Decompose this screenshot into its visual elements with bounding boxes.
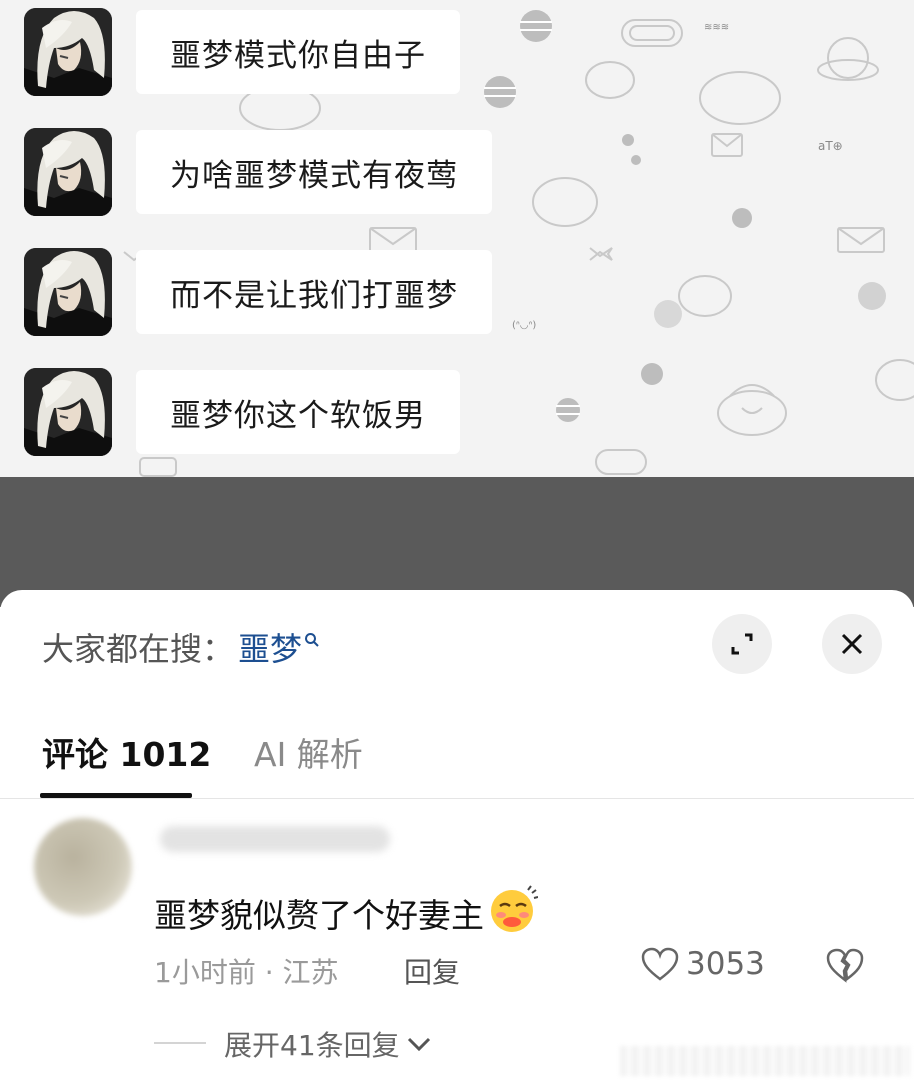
comment-text: 噩梦貌似赘了个好妻主 [154, 896, 484, 935]
svg-text:(ᐢ◡ᐢ): (ᐢ◡ᐢ) [512, 320, 536, 331]
broken-heart-icon [826, 948, 864, 983]
chat-message: 而不是让我们打噩梦 [24, 242, 494, 336]
comment-meta: 1小时前 · 江苏 [154, 956, 339, 989]
close-icon [841, 633, 863, 655]
chat-bubble: 为啥噩梦模式有夜莺 [136, 130, 492, 214]
chat-screenshot: (ᐢ◡ᐢ) ≋≋≋ aT⊕ 噩梦模式你自由子 为啥噩梦模式有夜莺 而不是让我们打… [0, 0, 914, 477]
dim-overlay[interactable] [0, 477, 914, 607]
tab-ai-analysis[interactable]: AI 解析 [254, 728, 363, 776]
chat-message: 噩梦你这个软饭男 [24, 362, 494, 456]
like-count: 3053 [686, 946, 765, 982]
chat-bubble: 噩梦你这个软饭男 [136, 370, 460, 454]
reply-button[interactable]: 回复 [404, 951, 460, 991]
search-keyword-link[interactable]: 噩梦 [238, 624, 302, 670]
anime-avatar [24, 368, 112, 456]
scroll-fade [620, 1046, 910, 1076]
chat-message: 噩梦模式你自由子 [24, 2, 494, 96]
svg-text:≋≋≋: ≋≋≋ [704, 22, 729, 33]
search-icon [304, 629, 320, 653]
expand-fullscreen-button[interactable] [712, 614, 772, 674]
search-suggestion[interactable]: 大家都在搜： 噩梦 [42, 624, 320, 670]
anime-avatar [24, 128, 112, 216]
heart-icon [641, 947, 679, 981]
svg-text:aT⊕: aT⊕ [818, 139, 843, 153]
divider [0, 798, 914, 799]
close-button[interactable] [822, 614, 882, 674]
commenter-name-blurred[interactable] [160, 826, 390, 852]
chat-message: 为啥噩梦模式有夜莺 [24, 122, 494, 216]
dislike-button[interactable] [824, 946, 866, 988]
expand-divider [154, 1042, 206, 1044]
comment-body: 噩梦貌似赘了个好妻主 [154, 884, 539, 942]
expand-icon [731, 633, 753, 655]
chat-bubble: 而不是让我们打噩梦 [136, 250, 492, 334]
shy-blush-emoji-icon [488, 884, 539, 942]
like-button[interactable]: 3053 [640, 946, 765, 982]
tab-comments[interactable]: 评论 1012 [42, 728, 211, 776]
anime-avatar [24, 248, 112, 336]
anime-avatar [24, 8, 112, 96]
commenter-avatar[interactable] [34, 818, 132, 916]
expand-replies-label: 展开41条回复 [224, 1029, 400, 1062]
search-suggestion-prefix: 大家都在搜： [42, 630, 235, 668]
chat-bubble: 噩梦模式你自由子 [136, 10, 460, 94]
chevron-down-icon [407, 1037, 430, 1052]
expand-replies-button[interactable]: 展开41条回复 [224, 1024, 432, 1064]
